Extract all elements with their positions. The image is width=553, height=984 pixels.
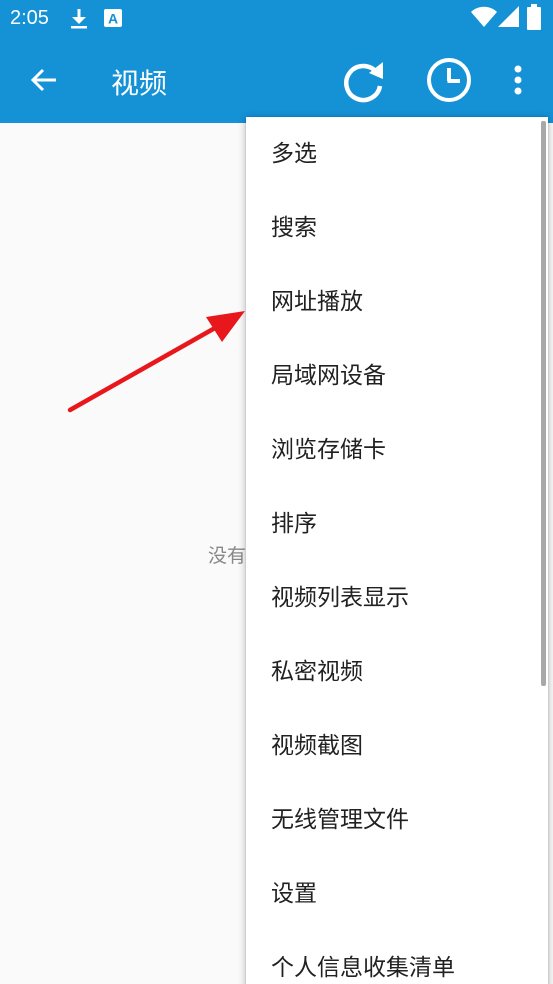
download-icon: [68, 8, 90, 34]
menu-item-multi-select[interactable]: 多选: [246, 117, 540, 191]
menu-item-private-videos[interactable]: 私密视频: [246, 635, 540, 709]
history-clock-icon[interactable]: [425, 56, 475, 106]
status-bar: 2:05 A: [0, 0, 553, 38]
menu-item-wireless-file-manager[interactable]: 无线管理文件: [246, 783, 540, 857]
menu-item-settings[interactable]: 设置: [246, 857, 540, 931]
refresh-icon[interactable]: [338, 56, 388, 106]
back-arrow-icon[interactable]: [26, 62, 62, 98]
menu-scrollbar[interactable]: [541, 121, 546, 686]
empty-state-text: 没有: [208, 545, 247, 567]
battery-icon: [527, 4, 541, 34]
svg-text:A: A: [108, 11, 118, 27]
wifi-icon: [471, 6, 497, 32]
page-title: 视频: [111, 67, 168, 100]
a-icon: A: [103, 8, 123, 32]
menu-item-list-display[interactable]: 视频列表显示: [246, 561, 540, 635]
app-bar: 视频: [0, 38, 553, 123]
overflow-menu-icon[interactable]: [506, 56, 530, 106]
signal-icon: [498, 6, 520, 32]
status-time: 2:05: [10, 7, 49, 29]
menu-item-browse-sd-card[interactable]: 浏览存储卡: [246, 413, 540, 487]
menu-item-personal-info-list[interactable]: 个人信息收集清单: [246, 931, 540, 984]
menu-item-url-play[interactable]: 网址播放: [246, 265, 540, 339]
menu-item-sort[interactable]: 排序: [246, 487, 540, 561]
screen: 2:05 A 视频 没有 多选 搜索 网址播放 局域网设备 浏览存储卡 排序 视…: [0, 0, 553, 984]
menu-item-search[interactable]: 搜索: [246, 191, 540, 265]
menu-item-video-screenshots[interactable]: 视频截图: [246, 709, 540, 783]
overflow-dropdown-menu: 多选 搜索 网址播放 局域网设备 浏览存储卡 排序 视频列表显示 私密视频 视频…: [246, 117, 548, 984]
menu-item-lan-devices[interactable]: 局域网设备: [246, 339, 540, 413]
